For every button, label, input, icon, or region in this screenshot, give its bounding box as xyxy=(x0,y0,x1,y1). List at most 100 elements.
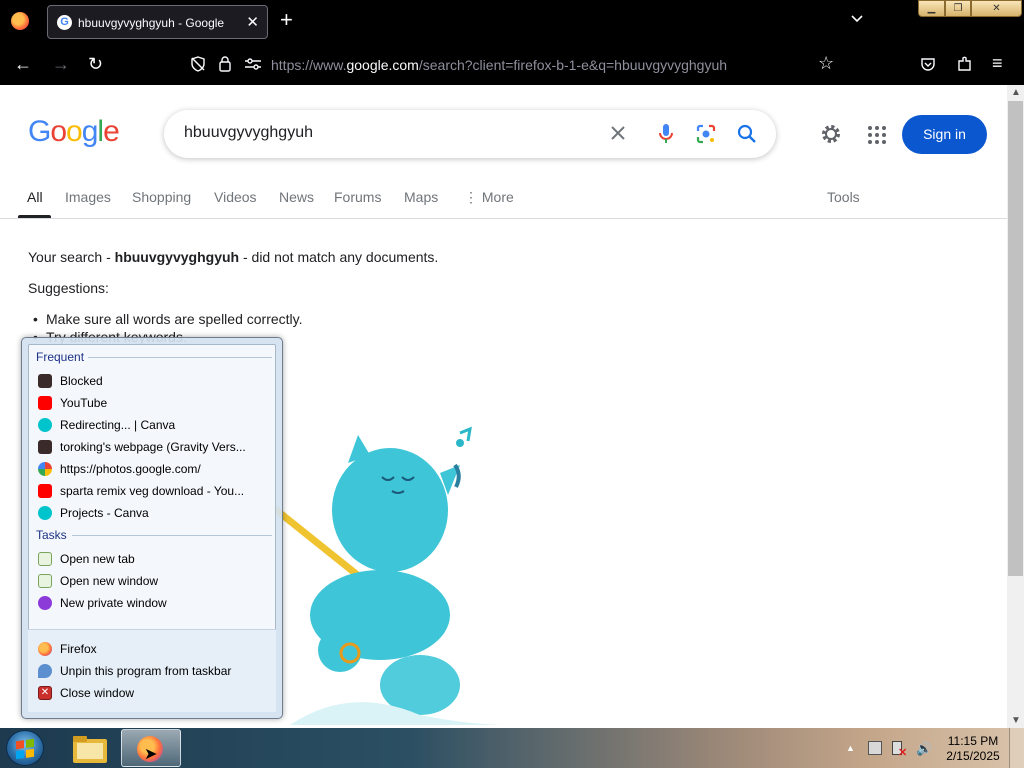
permissions-icon[interactable] xyxy=(244,57,262,71)
jump-list-item[interactable]: https://photos.google.com/ xyxy=(38,459,273,479)
jump-list-program-item[interactable]: Unpin this program from taskbar xyxy=(38,661,273,681)
canva-icon xyxy=(38,418,52,432)
extensions-icon[interactable] xyxy=(956,55,973,72)
jump-list-item[interactable]: Redirecting... | Canva xyxy=(38,415,273,435)
logo-letter: o xyxy=(50,115,67,148)
jump-list-item-label: Projects - Canva xyxy=(60,506,149,520)
jump-list-item[interactable]: YouTube xyxy=(38,393,273,413)
nomatch-prefix: Your search - xyxy=(28,249,115,265)
start-button[interactable] xyxy=(6,730,44,766)
url-host: google.com xyxy=(346,57,419,73)
more-vert-icon: ⋮ xyxy=(464,189,482,205)
tab-news[interactable]: News xyxy=(279,189,314,205)
tab-title: hbuuvgyvyghgyuh - Google Search xyxy=(78,16,228,30)
browser-tab[interactable]: G hbuuvgyvyghgyuh - Google Search ✕ xyxy=(47,5,268,39)
microphone-icon[interactable] xyxy=(659,123,673,145)
sign-in-button[interactable]: Sign in xyxy=(902,115,987,154)
show-desktop-button[interactable] xyxy=(1009,728,1024,768)
window-controls: ▁ ❐ ✕ xyxy=(918,0,1022,17)
page-icon xyxy=(38,440,52,454)
new-tab-button[interactable]: + xyxy=(280,9,293,31)
jump-list-item-label: Redirecting... | Canva xyxy=(60,418,176,432)
tab-more[interactable]: ⋮ More xyxy=(464,189,514,206)
google-photos-icon xyxy=(38,462,52,476)
tab-forums[interactable]: Forums xyxy=(334,189,381,205)
jump-list-item[interactable]: sparta remix veg download - You... xyxy=(38,481,273,501)
system-clock[interactable]: 11:15 PM 2/15/2025 xyxy=(942,734,1004,764)
hamburger-menu-icon[interactable]: ≡ xyxy=(992,54,1003,72)
google-favicon-icon: G xyxy=(57,15,72,30)
forward-arrow-icon[interactable]: → xyxy=(52,55,70,73)
bookmark-star-icon[interactable]: ☆ xyxy=(818,54,834,72)
show-hidden-icons-icon[interactable]: ▲ xyxy=(846,743,855,753)
page-icon xyxy=(38,374,52,388)
canva-icon xyxy=(38,506,52,520)
network-device-icon[interactable] xyxy=(868,741,882,755)
chevron-down-icon[interactable] xyxy=(850,12,864,26)
url-path: /search?client=firefox-b-1-e&q=hbuuvgyvy… xyxy=(418,57,728,73)
nomatch-suffix: - did not match any documents. xyxy=(239,249,439,265)
search-input[interactable] xyxy=(184,124,604,142)
search-type-tabs: All Images Shopping Videos News Forums M… xyxy=(0,185,1007,219)
jump-list-program-item[interactable]: ✕ Close window xyxy=(38,683,273,703)
tab-images[interactable]: Images xyxy=(65,189,111,205)
file-explorer-icon[interactable] xyxy=(69,730,111,766)
logo-letter: o xyxy=(66,115,83,148)
search-box xyxy=(164,110,776,158)
action-center-icon[interactable]: ✕ xyxy=(892,741,907,759)
logo-letter: G xyxy=(28,115,51,148)
tab-all[interactable]: All xyxy=(27,189,43,205)
page-scrollbar[interactable]: ▲ ▼ xyxy=(1007,85,1024,728)
tab-videos[interactable]: Videos xyxy=(214,189,257,205)
google-lens-icon[interactable] xyxy=(696,124,716,144)
jump-list-program-label: Unpin this program from taskbar xyxy=(60,664,232,678)
jump-list-item[interactable]: Projects - Canva xyxy=(38,503,273,523)
jump-list-task-label: New private window xyxy=(60,596,167,610)
taskbar-firefox-button[interactable]: ➤ xyxy=(121,729,181,767)
clear-search-icon[interactable] xyxy=(610,125,626,141)
tools-button[interactable]: Tools xyxy=(827,189,860,205)
minimize-button[interactable]: ▁ xyxy=(918,0,945,17)
scroll-up-icon[interactable]: ▲ xyxy=(1011,87,1021,98)
fishing-monster-illustration xyxy=(270,426,510,725)
jump-list-item[interactable]: Blocked xyxy=(38,371,273,391)
back-arrow-icon[interactable]: ← xyxy=(14,55,32,73)
jump-list-program-label: Firefox xyxy=(60,642,97,656)
jump-list-task[interactable]: Open new tab xyxy=(38,549,273,569)
scroll-thumb[interactable] xyxy=(1008,101,1023,576)
reload-icon[interactable]: ↻ xyxy=(88,55,103,73)
taskbar-jump-list: Frequent Blocked YouTube Redirecting... … xyxy=(21,337,283,719)
active-tab-indicator xyxy=(18,215,51,218)
tab-maps[interactable]: Maps xyxy=(404,189,438,205)
jump-list-item[interactable]: toroking's webpage (Gravity Vers... xyxy=(38,437,273,457)
tab-shopping[interactable]: Shopping xyxy=(132,189,191,205)
lock-icon[interactable] xyxy=(218,55,232,72)
jump-list-item-label: https://photos.google.com/ xyxy=(60,462,201,476)
jump-list-task[interactable]: New private window xyxy=(38,593,273,613)
jump-list-task[interactable]: Open new window xyxy=(38,571,273,591)
tracking-protection-icon[interactable] xyxy=(190,56,206,72)
divider xyxy=(88,357,272,358)
tab-close-icon[interactable]: ✕ xyxy=(246,13,259,31)
url-bar[interactable]: https://www.google.com/search?client=fir… xyxy=(271,57,727,73)
restore-button[interactable]: ❐ xyxy=(945,0,971,17)
browser-tab-bar: G hbuuvgyvyghgyuh - Google Search ✕ + ▁ … xyxy=(0,0,1024,44)
window-close-button[interactable]: ✕ xyxy=(971,0,1022,17)
firefox-view-icon[interactable] xyxy=(11,12,29,30)
frequent-header: Frequent xyxy=(36,350,85,364)
pocket-icon[interactable] xyxy=(920,56,936,72)
search-icon[interactable] xyxy=(737,124,757,144)
scroll-down-icon[interactable]: ▼ xyxy=(1011,715,1021,726)
url-prefix: https://www. xyxy=(271,57,347,73)
clock-date: 2/15/2025 xyxy=(946,749,1000,763)
google-logo[interactable]: Google xyxy=(28,115,120,149)
gear-icon[interactable] xyxy=(820,123,842,145)
jump-list-program-item[interactable]: Firefox xyxy=(38,639,273,659)
logo-letter: g xyxy=(81,115,99,148)
suggestions-title: Suggestions: xyxy=(28,280,109,296)
new-tab-icon xyxy=(38,552,52,566)
jump-list-program-label: Close window xyxy=(60,686,135,700)
google-apps-icon[interactable] xyxy=(868,126,886,144)
volume-icon[interactable]: 🔊 xyxy=(916,741,932,756)
unpin-icon xyxy=(38,664,52,678)
